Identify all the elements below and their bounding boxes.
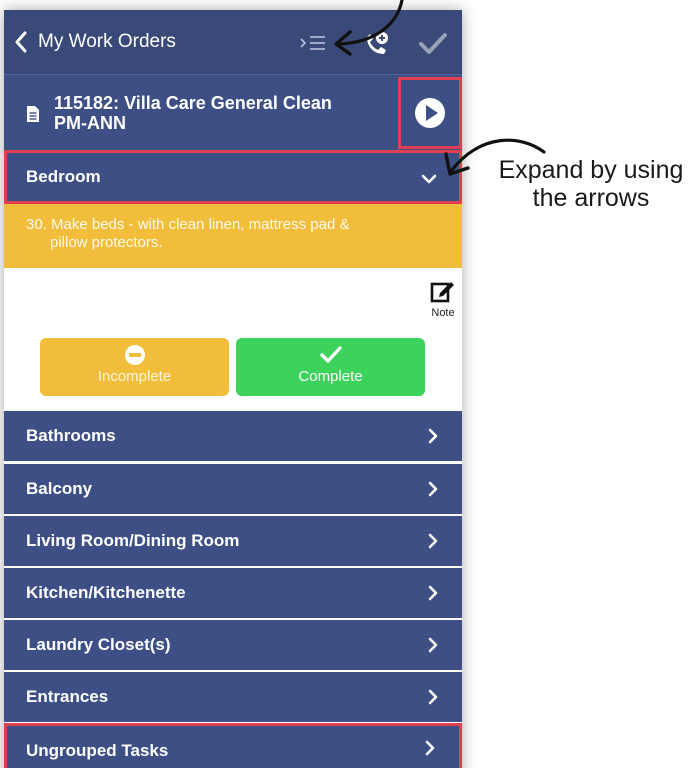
chevron-right-icon[interactable]: [423, 740, 437, 756]
work-order-title-line1: 115182: Villa Care General Clean: [54, 93, 332, 113]
work-order-title-line2: PM-ANN: [54, 113, 126, 133]
chevron-right-icon[interactable]: [426, 585, 440, 601]
back-button[interactable]: My Work Orders: [14, 10, 176, 74]
incomplete-label: Incomplete: [97, 368, 172, 385]
back-label: My Work Orders: [38, 31, 176, 52]
work-order-header: 115182: Villa Care General Clean PM-ANN: [4, 74, 462, 150]
section-ungrouped-tasks[interactable]: Ungrouped Tasks: [4, 723, 462, 768]
section-living-room-dining-room[interactable]: Living Room/Dining Room: [4, 516, 462, 566]
document-icon: [27, 106, 39, 122]
task-line1: 30. Make beds - with clean linen, mattre…: [26, 216, 350, 233]
chevron-right-icon[interactable]: [426, 428, 440, 444]
complete-label: Complete: [298, 368, 363, 385]
section-label: Bathrooms: [26, 426, 116, 445]
section-bathrooms[interactable]: Bathrooms: [4, 411, 462, 461]
section-label: Laundry Closet(s): [26, 635, 171, 654]
section-laundry-closets[interactable]: Laundry Closet(s): [4, 620, 462, 670]
task-description: 30. Make beds - with clean linen, mattre…: [4, 204, 462, 268]
complete-button[interactable]: Complete: [236, 338, 425, 396]
section-label: Entrances: [26, 687, 109, 706]
chevron-down-icon[interactable]: [421, 171, 437, 187]
minus-circle-icon: [124, 345, 145, 365]
phone-screen: My Work Orders 115182: Villa Care Genera…: [4, 10, 462, 768]
annotation-text: Expand by using the arrows: [486, 156, 696, 212]
section-label: Balcony: [26, 479, 93, 498]
annotation-line1: Expand by using: [498, 156, 684, 184]
chevron-left-icon: [15, 31, 27, 53]
annotation-line2: the arrows: [532, 184, 650, 212]
section-label: Bedroom: [26, 167, 101, 186]
work-order-title: 115182: Villa Care General Clean PM-ANN: [54, 93, 374, 133]
note-button[interactable]: Note: [428, 278, 458, 319]
list-indent-icon[interactable]: [300, 34, 326, 52]
section-balcony[interactable]: Balcony: [4, 464, 462, 514]
incomplete-button[interactable]: Incomplete: [40, 338, 229, 396]
chevron-right-icon[interactable]: [426, 637, 440, 653]
annotation-arrow-top: [334, 0, 404, 56]
checkmark-icon: [319, 346, 342, 363]
edit-note-icon: [430, 282, 454, 303]
task-actions-panel: Note Incomplete Complete: [4, 268, 462, 408]
chevron-right-icon[interactable]: [426, 533, 440, 549]
chevron-right-icon[interactable]: [426, 481, 440, 497]
section-label: Ungrouped Tasks: [26, 741, 169, 760]
chevron-right-icon[interactable]: [426, 689, 440, 705]
note-label: Note: [431, 307, 455, 319]
section-entrances[interactable]: Entrances: [4, 672, 462, 722]
play-circle-icon: [415, 98, 445, 128]
section-kitchen-kitchenette[interactable]: Kitchen/Kitchenette: [4, 568, 462, 618]
section-label: Living Room/Dining Room: [26, 531, 240, 550]
checkmark-icon[interactable]: [418, 32, 448, 56]
section-label: Kitchen/Kitchenette: [26, 583, 186, 602]
task-line2: pillow protectors.: [50, 234, 163, 251]
section-bedroom[interactable]: Bedroom: [4, 150, 462, 204]
